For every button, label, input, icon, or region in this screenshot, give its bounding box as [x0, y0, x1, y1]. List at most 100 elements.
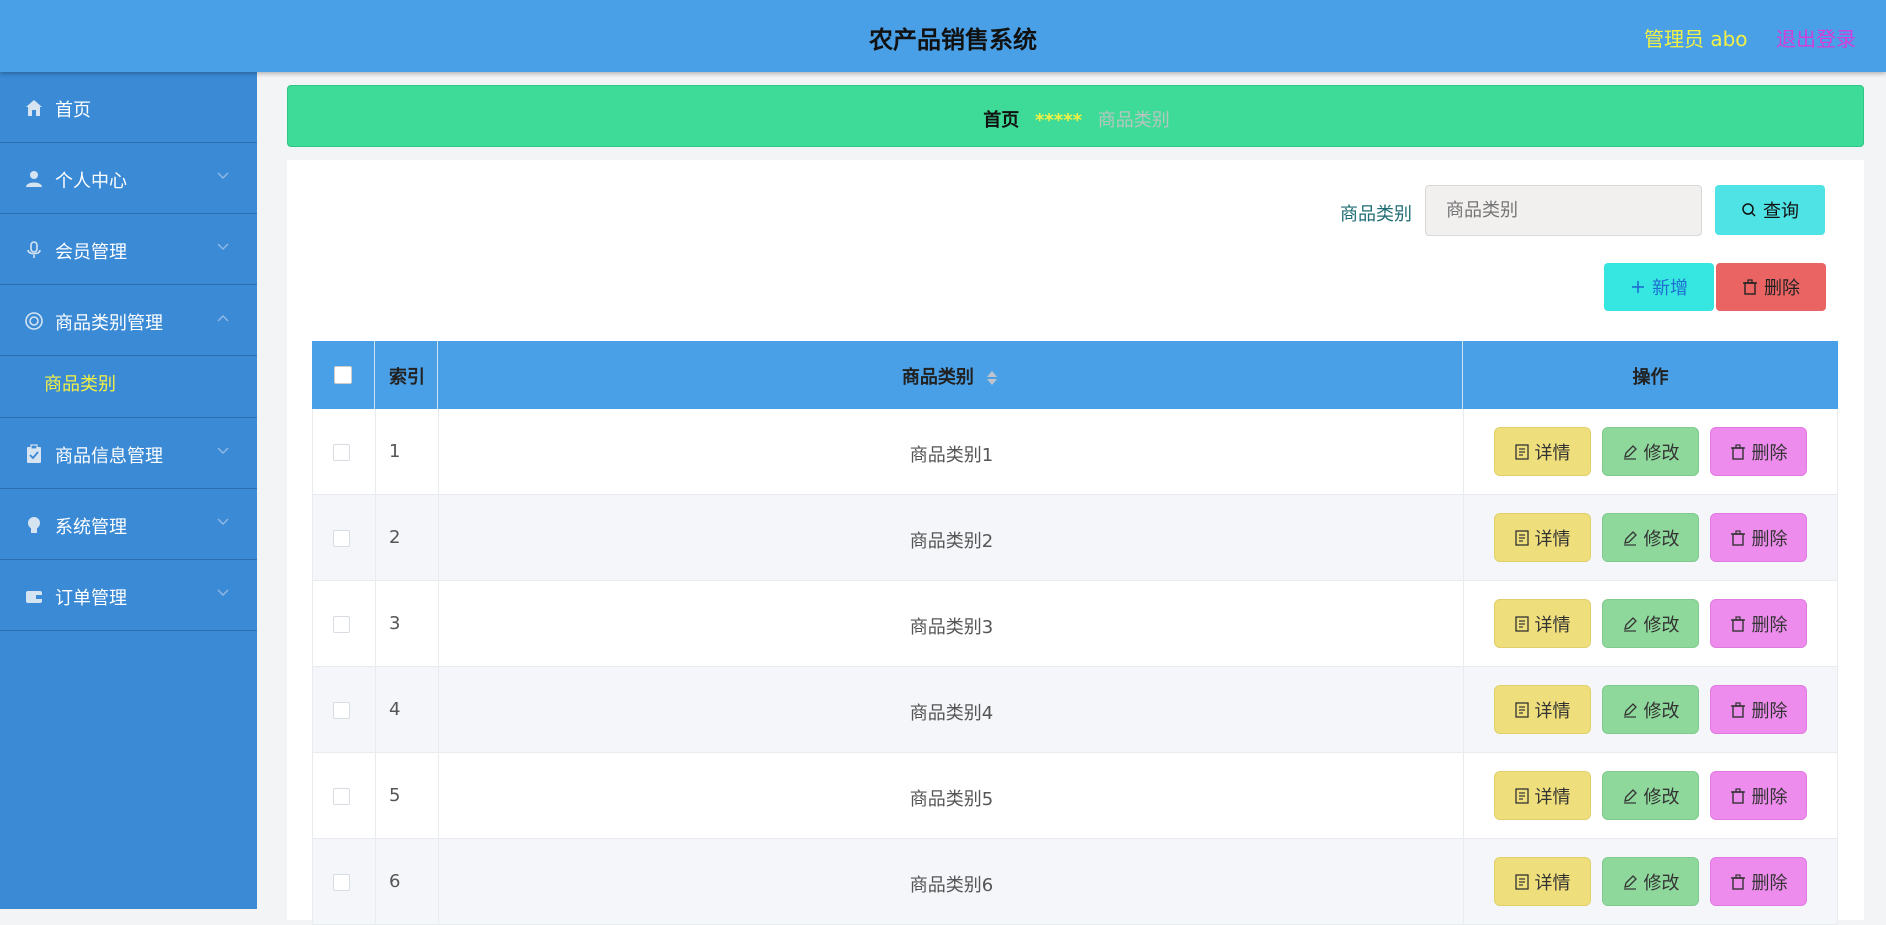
sidebar-item-members[interactable]: 会员管理: [0, 214, 257, 285]
detail-button[interactable]: 详情: [1494, 771, 1591, 820]
column-header-category[interactable]: 商品类别: [438, 341, 1463, 409]
row-checkbox[interactable]: [333, 530, 350, 547]
sidebar-item-personal-center[interactable]: 个人中心: [0, 143, 257, 214]
sidebar-item-label: 系统管理: [55, 517, 127, 538]
edit-button[interactable]: 修改: [1602, 685, 1699, 734]
detail-button-label: 详情: [1534, 528, 1571, 550]
detail-button-label: 详情: [1534, 872, 1571, 894]
delete-button[interactable]: 删除: [1710, 857, 1807, 906]
edit-button[interactable]: 修改: [1602, 599, 1699, 648]
breadcrumb-home[interactable]: 首页: [983, 110, 1019, 131]
bulb-icon: [28, 517, 40, 533]
edit-button-label: 修改: [1643, 872, 1680, 894]
sidebar-item-category-management[interactable]: 商品类别管理: [0, 285, 257, 356]
chevron-down-icon: [217, 172, 229, 180]
chevron-up-icon: [217, 314, 229, 322]
detail-button-label: 详情: [1534, 700, 1571, 722]
microphone-icon: [27, 241, 41, 258]
table-body: 1 商品类别1 详情 修改 删除 2 商品类别2 详情 修改 删除 3 商品类别…: [312, 409, 1838, 925]
edit-button[interactable]: 修改: [1602, 427, 1699, 476]
detail-button-label: 详情: [1534, 442, 1571, 464]
detail-button[interactable]: 详情: [1494, 685, 1591, 734]
detail-button[interactable]: 详情: [1494, 857, 1591, 906]
pencil-icon: [1623, 702, 1637, 718]
document-icon: [1514, 873, 1529, 890]
delete-button-label: 删除: [1751, 614, 1788, 636]
sidebar-item-system[interactable]: 系统管理: [0, 489, 257, 560]
detail-button[interactable]: 详情: [1494, 513, 1591, 562]
edit-button[interactable]: 修改: [1602, 513, 1699, 562]
chevron-down-icon: [217, 447, 229, 455]
category-table: 索引 商品类别 操作 1 商品类别1 详情 修改 删除 2 商品类别2 详情 修…: [312, 341, 1838, 925]
row-index: 2: [389, 527, 401, 548]
search-button[interactable]: 查询: [1715, 185, 1825, 235]
search-input[interactable]: [1425, 185, 1702, 236]
sidebar-item-product-info[interactable]: 商品信息管理: [0, 418, 257, 489]
pencil-icon: [1623, 788, 1637, 804]
delete-button-label: 删除: [1751, 786, 1788, 808]
lifebuoy-icon: [25, 312, 43, 330]
plus-icon: [1632, 281, 1644, 293]
sort-icon[interactable]: [986, 370, 998, 386]
detail-button[interactable]: 详情: [1494, 427, 1591, 476]
sidebar-item-label: 首页: [55, 100, 91, 121]
trash-icon: [1730, 529, 1745, 546]
delete-button[interactable]: 删除: [1710, 427, 1807, 476]
delete-button-label: 删除: [1751, 442, 1788, 464]
chevron-down-icon: [217, 589, 229, 597]
sidebar-item-label: 会员管理: [55, 242, 127, 263]
row-checkbox[interactable]: [333, 444, 350, 461]
row-category: 商品类别6: [909, 875, 994, 896]
sidebar-item-orders[interactable]: 订单管理: [0, 560, 257, 631]
sidebar-item-label: 订单管理: [55, 588, 127, 609]
trash-icon: [1730, 443, 1745, 460]
row-checkbox[interactable]: [333, 788, 350, 805]
delete-button[interactable]: 删除: [1710, 599, 1807, 648]
pencil-icon: [1623, 616, 1637, 632]
table-header: 索引 商品类别 操作: [312, 341, 1838, 409]
delete-button[interactable]: 删除: [1710, 771, 1807, 820]
detail-button-label: 详情: [1534, 614, 1571, 636]
search-label: 商品类别: [1340, 204, 1412, 225]
trash-icon: [1730, 701, 1745, 718]
table-row: 6 商品类别6 详情 修改 删除: [312, 839, 1838, 925]
sidebar-subitem-category[interactable]: 商品类别: [0, 356, 257, 418]
detail-button[interactable]: 详情: [1494, 599, 1591, 648]
row-category: 商品类别3: [909, 617, 994, 638]
pencil-icon: [1623, 874, 1637, 890]
sidebar-item-home[interactable]: 首页: [0, 72, 257, 143]
row-index: 3: [389, 613, 401, 634]
delete-button-label: 删除: [1751, 528, 1788, 550]
logout-link[interactable]: 退出登录: [1776, 23, 1856, 52]
row-checkbox[interactable]: [333, 874, 350, 891]
sidebar-subitem-label: 商品类别: [44, 374, 116, 395]
table-row: 3 商品类别3 详情 修改 删除: [312, 581, 1838, 667]
row-checkbox[interactable]: [333, 702, 350, 719]
search-icon: [1742, 203, 1756, 217]
edit-button[interactable]: 修改: [1602, 771, 1699, 820]
home-icon: [26, 100, 42, 116]
row-category: 商品类别5: [909, 789, 994, 810]
edit-button[interactable]: 修改: [1602, 857, 1699, 906]
row-checkbox[interactable]: [333, 616, 350, 633]
select-all-checkbox[interactable]: [334, 366, 352, 384]
row-index: 4: [389, 699, 401, 720]
chevron-down-icon: [217, 243, 229, 251]
table-row: 1 商品类别1 详情 修改 删除: [312, 409, 1838, 495]
add-button[interactable]: 新增: [1604, 263, 1714, 311]
delete-button[interactable]: 删除: [1710, 685, 1807, 734]
table-row: 5 商品类别5 详情 修改 删除: [312, 753, 1838, 839]
wallet-icon: [26, 591, 42, 603]
sidebar-item-label: 个人中心: [55, 171, 127, 192]
edit-button-label: 修改: [1643, 614, 1680, 636]
row-category: 商品类别2: [909, 531, 994, 552]
breadcrumb-current: 商品类别: [1097, 110, 1170, 131]
add-button-label: 新增: [1652, 278, 1688, 299]
pencil-icon: [1623, 444, 1637, 460]
document-icon: [1514, 701, 1529, 718]
delete-button-label: 删除: [1751, 700, 1788, 722]
delete-button[interactable]: 删除: [1710, 513, 1807, 562]
batch-delete-button[interactable]: 删除: [1716, 263, 1826, 311]
document-icon: [1514, 615, 1529, 632]
app-title: 农产品销售系统: [869, 26, 1037, 54]
